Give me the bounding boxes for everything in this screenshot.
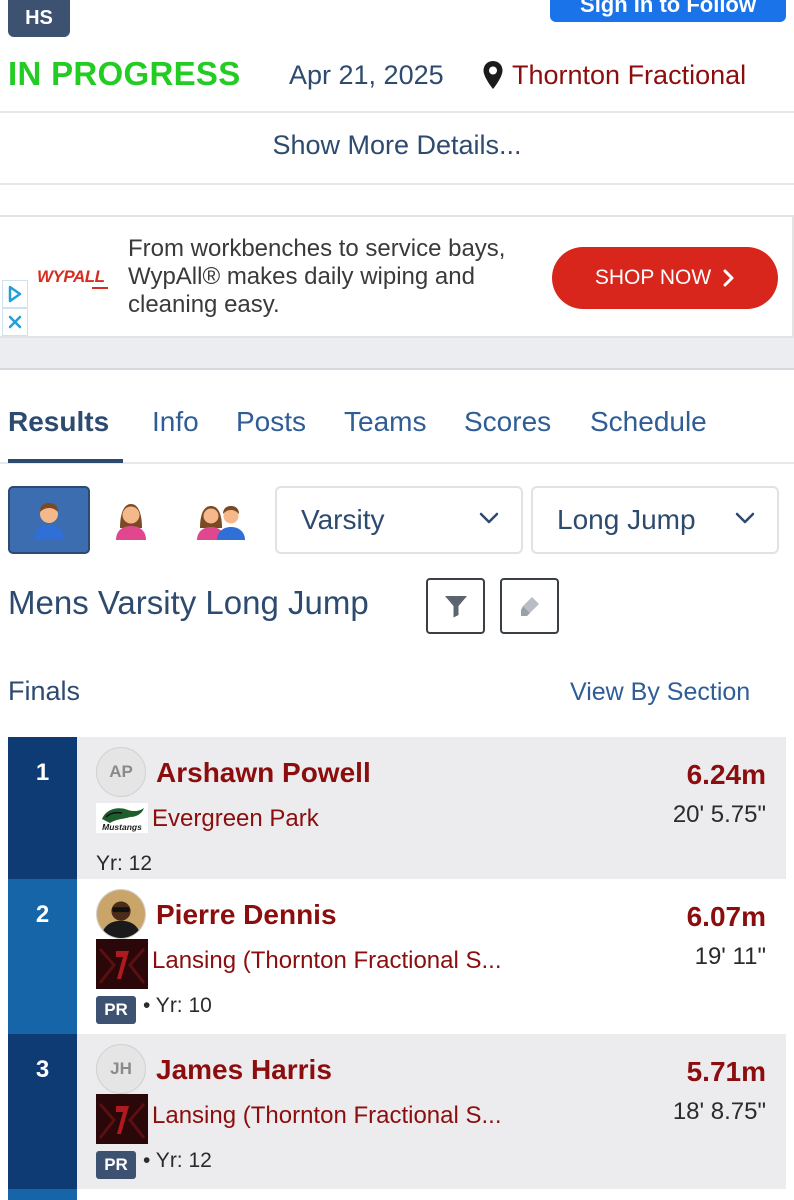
womens-icon xyxy=(116,504,146,540)
school-link[interactable]: Evergreen Park xyxy=(152,805,319,833)
athlete-photo-icon xyxy=(97,890,145,938)
mark-metric: 6.24m xyxy=(686,759,766,790)
athlete-name-link[interactable]: Pierre Dennis xyxy=(156,899,337,931)
close-ad-icon[interactable] xyxy=(2,308,28,336)
school-link[interactable]: Lansing (Thornton Fractional S... xyxy=(152,947,502,975)
result-row[interactable]: 3 JH James Harris Lansing (Thornton Frac… xyxy=(8,1034,786,1189)
pr-badge: PR xyxy=(96,1151,136,1179)
advertisement-banner[interactable]: WYPALL From workbenches to service bays,… xyxy=(0,215,794,338)
highlight-button[interactable] xyxy=(500,578,559,634)
show-more-details-link[interactable]: Show More Details... xyxy=(0,130,794,161)
athlete-name-link[interactable]: James Harris xyxy=(156,1054,332,1086)
view-by-section-link[interactable]: View By Section xyxy=(570,678,750,707)
pr-badge: PR xyxy=(96,996,136,1024)
place-number: 1 xyxy=(8,737,77,892)
athlete-year: Yr: 12 xyxy=(96,852,153,875)
active-tab-indicator xyxy=(8,459,123,463)
mens-filter-button[interactable] xyxy=(8,486,90,554)
sign-in-to-follow-button[interactable]: Sign In to Follow xyxy=(550,0,786,22)
tab-schedule[interactable]: Schedule xyxy=(590,406,707,438)
level-badge: HS xyxy=(8,0,70,37)
avatar: JH xyxy=(96,1044,146,1094)
ad-choices-icon[interactable] xyxy=(2,280,28,308)
ad-spacer xyxy=(0,338,794,370)
event-value: Long Jump xyxy=(557,504,696,535)
divider xyxy=(0,183,794,185)
tab-info[interactable]: Info xyxy=(152,406,199,438)
result-row[interactable]: 2 Pierre Dennis Lansing (Thornton Fracti… xyxy=(8,879,786,1034)
wypall-logo: WYPALL xyxy=(37,267,105,286)
tab-scores[interactable]: Scores xyxy=(464,406,551,438)
chevron-right-icon xyxy=(723,269,734,287)
meet-location-link[interactable]: Thornton Fractional xyxy=(512,60,746,91)
chevron-down-icon xyxy=(479,512,499,524)
mark-metric: 5.71m xyxy=(686,1056,766,1087)
event-title: Mens Varsity Long Jump xyxy=(8,584,369,621)
athlete-name-link[interactable]: Arshawn Powell xyxy=(156,757,371,789)
mark-imperial: 20' 5.75" xyxy=(672,801,766,828)
athlete-year: • Yr: 10 xyxy=(143,994,212,1017)
place-number: 2 xyxy=(8,879,77,1034)
avatar: AP xyxy=(96,747,146,797)
mens-icon xyxy=(34,503,64,540)
event-select[interactable]: Long Jump xyxy=(531,486,779,554)
tab-teams[interactable]: Teams xyxy=(344,406,426,438)
location-pin-icon xyxy=(483,61,503,89)
filter-button[interactable] xyxy=(426,578,485,634)
chevron-down-icon xyxy=(735,512,755,524)
avatar-initials: JH xyxy=(110,1059,132,1078)
athlete-year: • Yr: 12 xyxy=(143,1149,212,1172)
mustangs-logo-icon: Mustangs xyxy=(96,803,148,833)
lansing-logo-icon xyxy=(96,939,148,989)
logo-underline xyxy=(92,287,108,289)
divider xyxy=(0,111,794,113)
meet-date: Apr 21, 2025 xyxy=(289,60,444,90)
athlete-photo xyxy=(96,889,146,939)
ad-text: From workbenches to service bays, WypAll… xyxy=(128,235,506,318)
mixed-icon xyxy=(197,506,245,540)
mark-imperial: 19' 11" xyxy=(694,943,766,970)
school-link[interactable]: Lansing (Thornton Fractional S... xyxy=(152,1102,502,1130)
tab-results[interactable]: Results xyxy=(8,406,109,438)
meet-status: IN PROGRESS xyxy=(8,55,241,92)
womens-filter-button[interactable] xyxy=(90,486,172,554)
mixed-filter-button[interactable] xyxy=(180,486,262,554)
tab-posts[interactable]: Posts xyxy=(236,406,306,438)
shop-now-label: SHOP NOW xyxy=(594,266,712,289)
mustangs-logo-text: Mustangs xyxy=(102,822,142,832)
mark-imperial: 18' 8.75" xyxy=(672,1098,766,1125)
lansing-logo-icon xyxy=(96,1094,148,1144)
highlighter-icon xyxy=(520,597,539,616)
mark-metric: 6.07m xyxy=(686,901,766,932)
next-result-place-bar xyxy=(8,1189,77,1200)
place-number: 3 xyxy=(8,1034,77,1189)
round-label: Finals xyxy=(8,676,81,706)
division-value: Varsity xyxy=(301,504,385,535)
shop-now-button[interactable]: SHOP NOW xyxy=(552,247,778,309)
result-row[interactable]: 1 AP Arshawn Powell Mustangs Evergreen P… xyxy=(8,737,786,892)
division-select[interactable]: Varsity xyxy=(275,486,523,554)
filter-icon xyxy=(444,596,467,618)
avatar-initials: AP xyxy=(109,762,133,781)
meet-tabs: Results Info Posts Teams Scores Schedule xyxy=(0,400,794,464)
